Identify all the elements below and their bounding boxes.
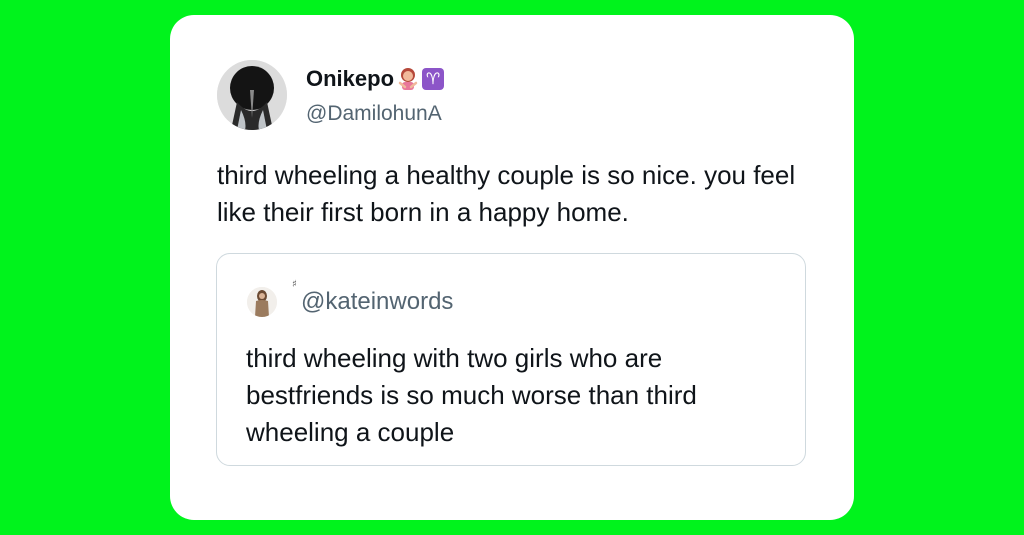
quoted-author-avatar[interactable] [247, 287, 277, 317]
tweet-card: Onikepo ♈ @DamilohunA third wheeling a h… [170, 15, 854, 520]
author-avatar[interactable] [217, 60, 287, 130]
woman-gesturing-emoji-icon [397, 67, 419, 91]
author-handle[interactable]: @DamilohunA [306, 102, 442, 126]
quoted-tweet-text: third wheeling with two girls who are be… [246, 343, 697, 447]
author-avatar-image [217, 60, 287, 130]
quoted-tweet[interactable]: ♯ @kateinwords third wheeling with two g… [216, 253, 806, 466]
aries-emoji-icon: ♈ [422, 68, 445, 90]
quoted-author-avatar-image [247, 287, 277, 317]
tweet-text: third wheeling a healthy couple is so ni… [217, 160, 796, 227]
author-name-row: Onikepo ♈ [306, 64, 445, 94]
author-display-name[interactable]: Onikepo [306, 66, 394, 92]
quoted-marker: ♯ [292, 279, 297, 290]
quoted-author-handle[interactable]: @kateinwords [301, 288, 453, 316]
